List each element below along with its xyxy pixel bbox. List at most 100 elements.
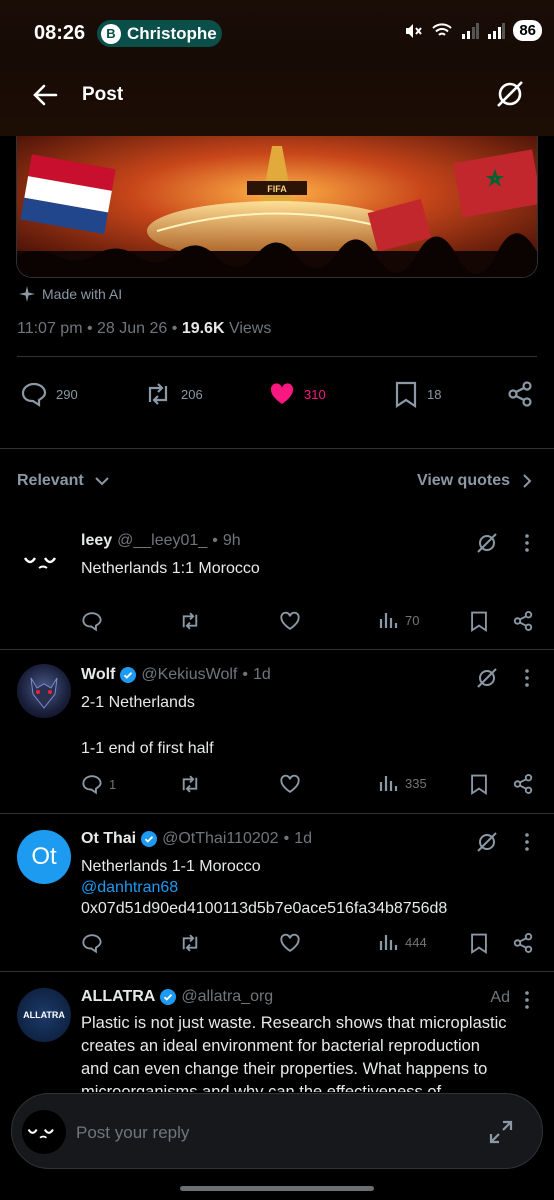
tweet-text: Netherlands 1:1 Morocco xyxy=(81,560,260,577)
reply-input[interactable]: Post your reply xyxy=(76,1123,189,1143)
reply-composer[interactable]: Post your reply xyxy=(11,1093,543,1169)
author-name[interactable]: leey xyxy=(81,532,112,550)
like-button[interactable] xyxy=(279,932,301,954)
like-count: 310 xyxy=(304,386,326,402)
reply-tweet[interactable]: leey @__leey01_ • 9h Netherlands 1:1 Mor… xyxy=(0,520,554,650)
heart-icon xyxy=(280,611,300,630)
status-icons: 86 xyxy=(403,20,542,41)
tweet-text: and can even change their properties. Wh… xyxy=(81,1060,488,1078)
bookmark-button[interactable] xyxy=(469,932,489,954)
repost-icon xyxy=(182,775,198,793)
tweet-text: Plastic is not just waste. Research show… xyxy=(81,1014,507,1032)
share-button[interactable] xyxy=(512,610,534,632)
bookmark-button[interactable]: 18 xyxy=(393,380,441,408)
author-handle[interactable]: @KekiusWolf xyxy=(141,666,237,684)
repost-icon xyxy=(148,383,168,405)
repost-button[interactable] xyxy=(178,773,202,795)
share-button[interactable] xyxy=(512,932,534,954)
reply-icon xyxy=(82,612,102,632)
author-name[interactable]: Wolf xyxy=(81,666,115,684)
author-name[interactable]: Ot Thai xyxy=(81,830,136,848)
reply-tweet[interactable]: Wolf @KekiusWolf • 1d 2-1 Netherlands 1-… xyxy=(0,650,554,813)
post-views-label: Views xyxy=(228,320,272,337)
grok-icon[interactable] xyxy=(494,78,526,110)
avatar[interactable] xyxy=(22,1110,66,1154)
bookmark-count: 18 xyxy=(427,386,442,402)
views-count: 70 xyxy=(405,612,420,628)
share-icon xyxy=(513,774,533,794)
bookmark-button[interactable] xyxy=(469,773,489,795)
expand-icon[interactable] xyxy=(488,1119,514,1145)
signal-icon xyxy=(462,22,480,39)
reply-button[interactable] xyxy=(81,610,103,632)
wifi-icon xyxy=(432,22,453,36)
bookmark-button[interactable] xyxy=(469,610,489,632)
share-button[interactable] xyxy=(506,380,534,408)
grok-icon[interactable] xyxy=(476,667,498,689)
post-views-count: 19.6K xyxy=(181,320,225,337)
battery-level: 86 xyxy=(513,20,542,41)
analytics-icon xyxy=(379,935,398,950)
tweet-author: ALLATRA @allatra_org xyxy=(81,988,273,1006)
share-button[interactable] xyxy=(512,773,534,795)
mention-link[interactable]: @danhtran68 xyxy=(81,877,178,898)
analytics-icon xyxy=(379,613,398,628)
author-handle[interactable]: @OtThai110202 xyxy=(162,830,278,848)
sort-dropdown[interactable]: Relevant xyxy=(17,472,110,490)
verified-badge-icon xyxy=(120,667,137,683)
grok-icon[interactable] xyxy=(476,532,498,554)
grok-icon[interactable] xyxy=(476,831,498,853)
tweet-actions: 444 xyxy=(0,932,554,958)
back-arrow-icon[interactable] xyxy=(30,80,60,110)
author-handle[interactable]: @allatra_org xyxy=(181,988,273,1006)
home-indicator[interactable] xyxy=(180,1186,374,1191)
status-pill[interactable]: B Christophe xyxy=(97,20,222,47)
views-count: 444 xyxy=(405,934,427,950)
reply-button[interactable] xyxy=(81,932,103,954)
more-options-icon[interactable] xyxy=(524,990,530,1010)
avatar[interactable]: ALLATRA xyxy=(17,988,71,1042)
reply-icon xyxy=(82,934,102,954)
ad-tweet[interactable]: ALLATRA ALLATRA @allatra_org Ad Plastic … xyxy=(0,972,554,1092)
author-name[interactable]: ALLATRA xyxy=(81,988,155,1006)
chevron-down-icon xyxy=(94,477,109,486)
reply-button[interactable]: 1 xyxy=(81,773,116,795)
reply-button[interactable]: 290 xyxy=(20,380,78,408)
like-button[interactable]: 310 xyxy=(268,380,326,408)
avatar[interactable] xyxy=(17,664,71,718)
like-button[interactable] xyxy=(279,773,301,795)
ad-label: Ad xyxy=(490,989,510,1006)
post-date: 28 Jun 26 xyxy=(97,320,168,337)
sort-label: Relevant xyxy=(17,472,84,489)
view-quotes-link[interactable]: View quotes xyxy=(417,472,532,490)
tweet-text: microorganisms and why can the effective… xyxy=(81,1083,442,1092)
stadium-image: FIFA xyxy=(17,136,537,277)
post-image[interactable]: FIFA xyxy=(16,136,538,278)
reply-icon xyxy=(21,382,47,408)
mute-icon xyxy=(406,23,423,38)
pill-text: Christophe xyxy=(127,23,217,43)
avatar[interactable] xyxy=(17,534,71,588)
view-quotes-label: View quotes xyxy=(416,472,510,489)
repost-button[interactable] xyxy=(178,610,202,632)
share-icon xyxy=(513,933,533,953)
repost-button[interactable]: 206 xyxy=(143,380,203,408)
share-icon xyxy=(508,381,532,407)
more-options-icon[interactable] xyxy=(524,832,530,852)
more-options-icon[interactable] xyxy=(524,533,530,553)
bookmark-icon xyxy=(471,611,487,632)
tweet-text: creates an ideal environment for bacteri… xyxy=(81,1037,480,1055)
views-button[interactable]: 335 xyxy=(379,773,427,793)
views-button[interactable]: 70 xyxy=(379,610,419,630)
author-handle[interactable]: @__leey01_ xyxy=(117,532,207,550)
like-button[interactable] xyxy=(279,610,301,632)
signal-icon-2 xyxy=(488,22,506,39)
tweet-text: 1-1 end of first half xyxy=(81,740,214,757)
repost-button[interactable] xyxy=(178,932,202,954)
verified-badge-icon xyxy=(141,831,158,847)
reply-tweet[interactable]: Ot Ot Thai @OtThai110202 • 1d Netherland… xyxy=(0,814,554,971)
more-options-icon[interactable] xyxy=(524,668,530,688)
avatar[interactable]: Ot xyxy=(17,830,71,884)
tweet-time: 9h xyxy=(222,532,241,549)
views-button[interactable]: 444 xyxy=(379,932,427,952)
